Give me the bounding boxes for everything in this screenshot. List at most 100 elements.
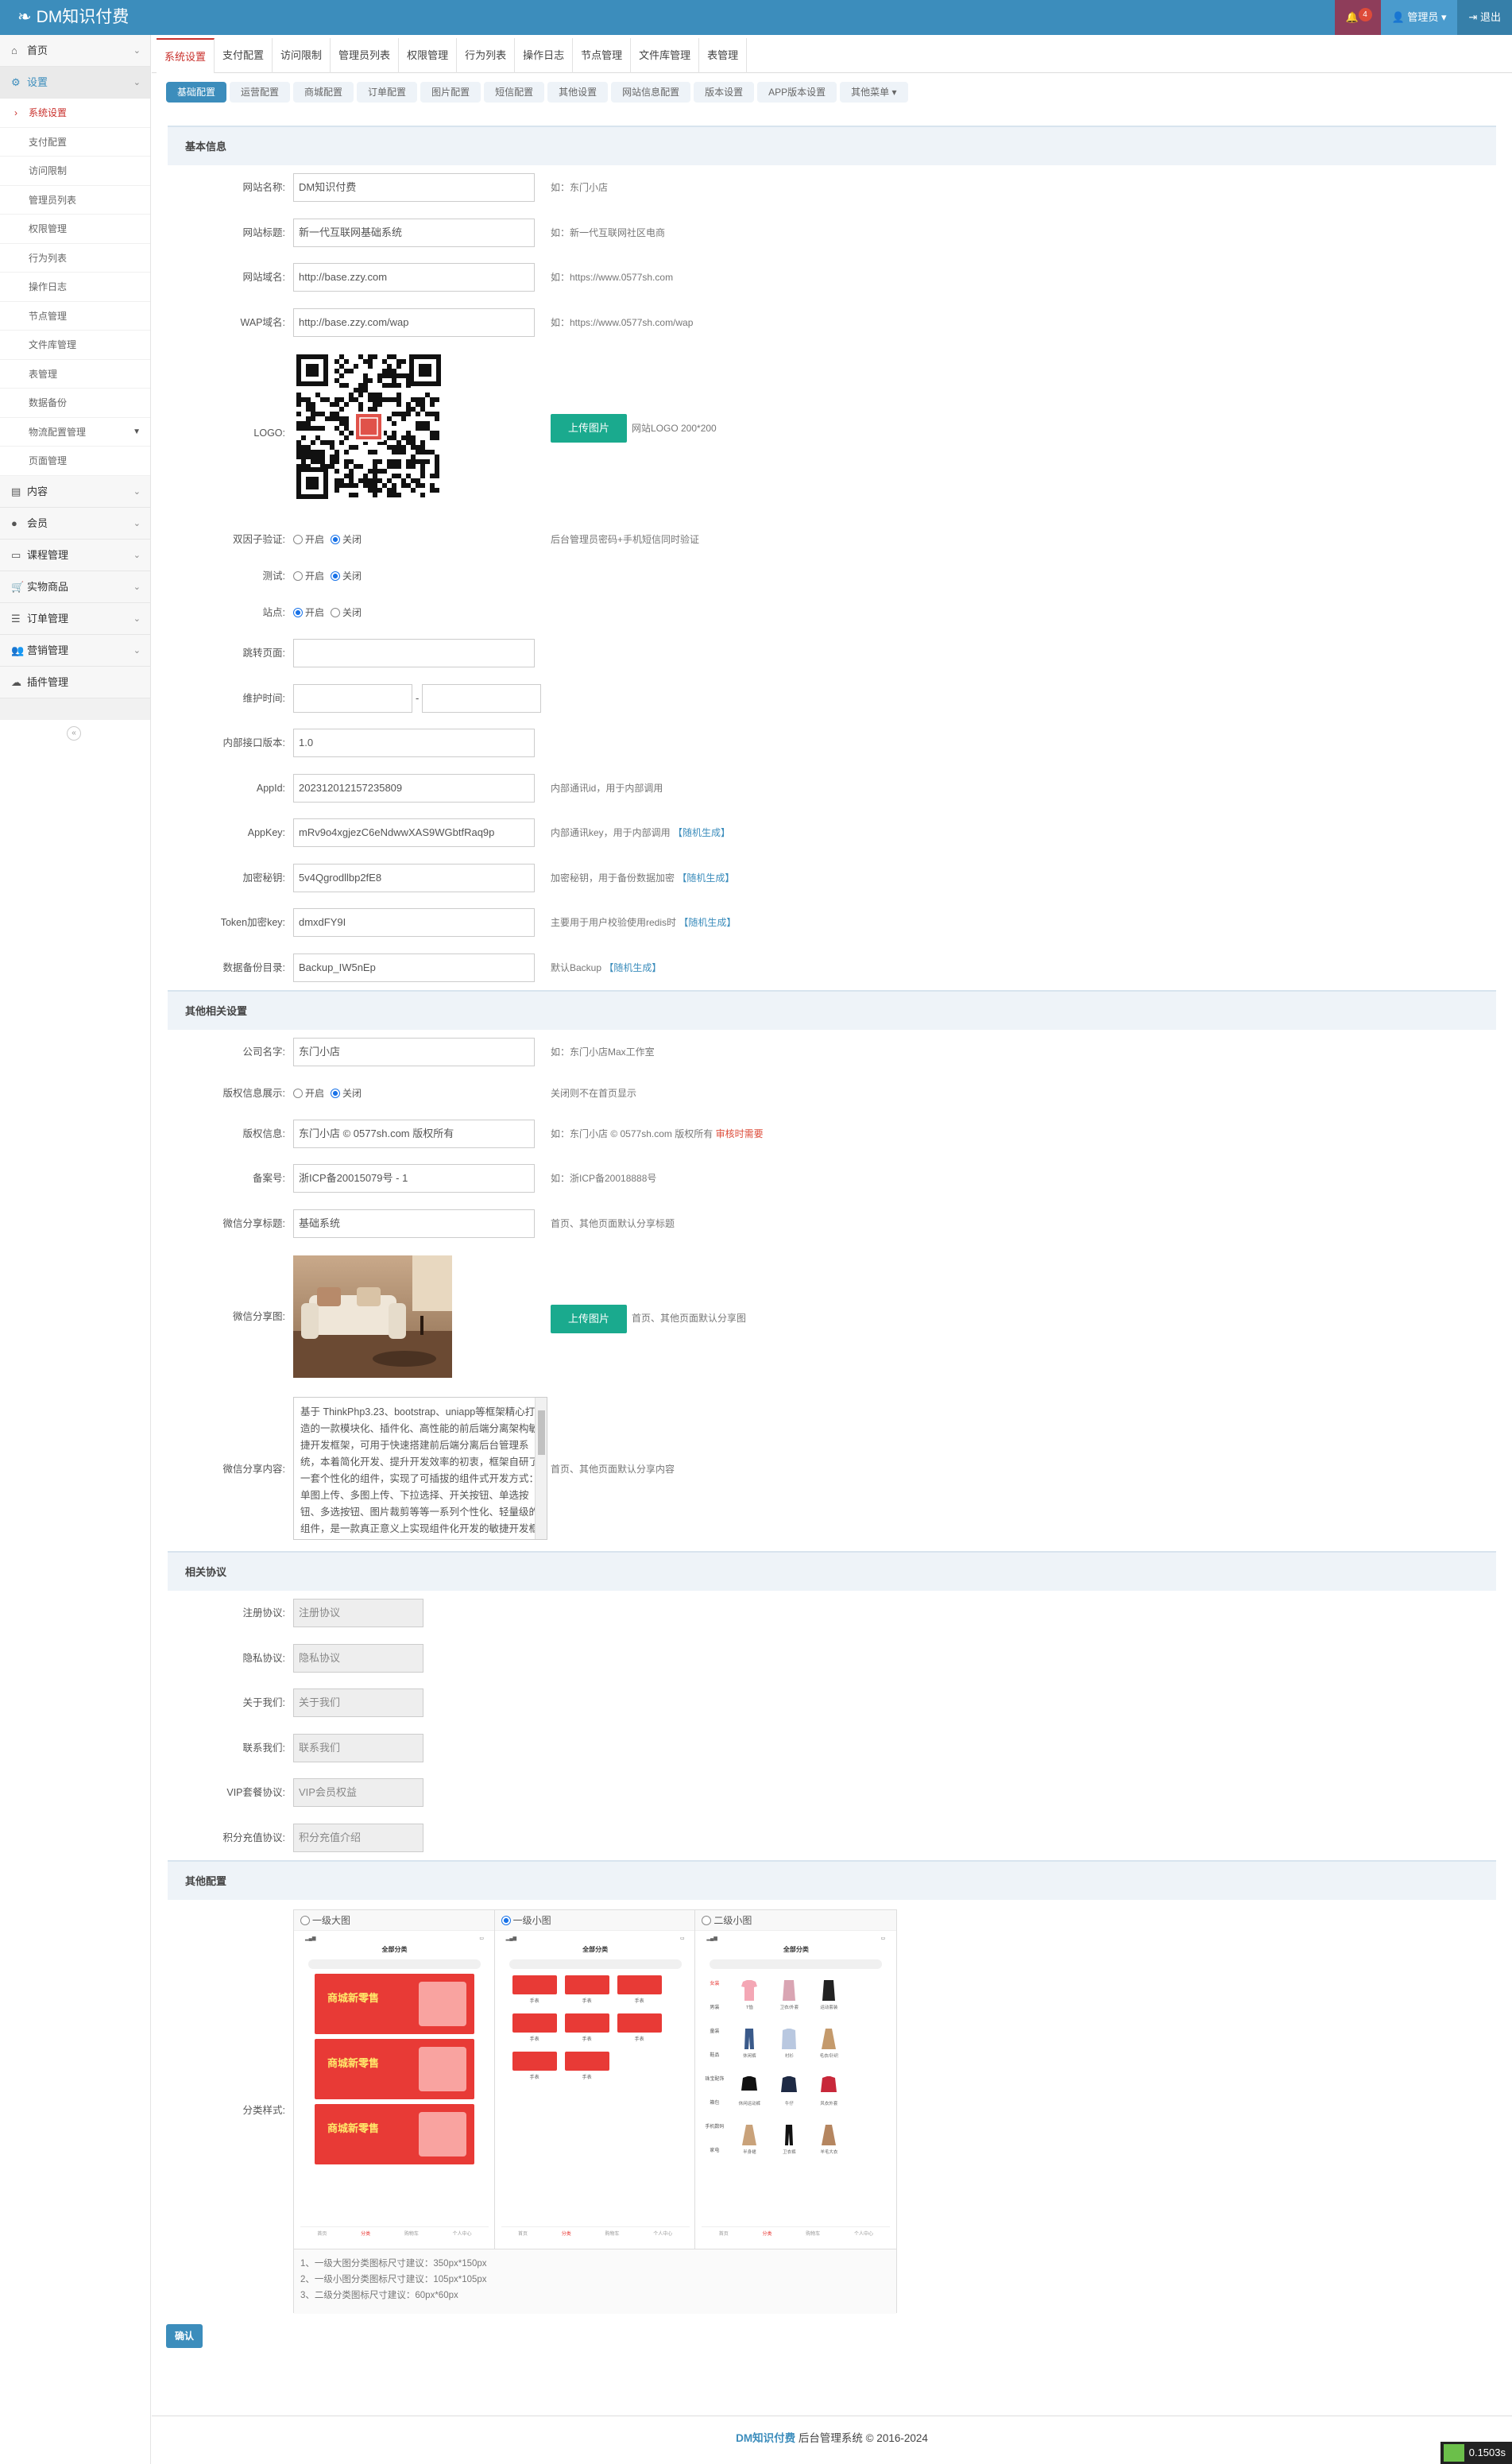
two-factor-off-radio[interactable] (331, 535, 341, 544)
sidebar-item-content[interactable]: ▤ 内容 ⌄ (0, 475, 150, 508)
sidebar-sub-payment[interactable]: 支付配置 (0, 127, 150, 157)
api-version-input[interactable]: 1.0 (293, 729, 535, 757)
redirect-page-input[interactable] (293, 639, 535, 667)
subtab-order[interactable]: 订单配置 (357, 82, 418, 103)
privacy-input[interactable]: 隐私协议 (293, 1643, 423, 1673)
reg-agreement-input[interactable]: 注册协议 (293, 1599, 423, 1627)
subtab-basic[interactable]: 基础配置 (166, 82, 227, 103)
about-input[interactable]: 关于我们 (293, 1688, 423, 1717)
wap-domain-input[interactable]: http://base.zzy.com/wap (293, 308, 535, 337)
encrypt-key-input[interactable]: 5v4Qgrodllbp2fE8 (293, 863, 535, 892)
wx-share-content-textarea[interactable]: 基于 ThinkPhp3.23、bootstrap、uniapp等框架精心打造的… (293, 1397, 547, 1540)
site-on-radio[interactable] (293, 608, 303, 617)
sidebar-collapse-button[interactable]: « (67, 726, 81, 741)
maintain-end-input[interactable] (422, 683, 541, 713)
site-off-radio[interactable] (331, 608, 341, 617)
vip-input[interactable]: VIP会员权益 (293, 1778, 423, 1807)
tab-permissions[interactable]: 权限管理 (399, 38, 458, 73)
logo-upload-button[interactable]: 上传图片 (551, 414, 627, 443)
tab-nodes[interactable]: 节点管理 (573, 38, 632, 73)
sidebar-item-marketing[interactable]: 👥 营销管理 ⌄ (0, 634, 150, 667)
site-name-input[interactable]: DM知识付费 (293, 173, 535, 202)
tab-payment[interactable]: 支付配置 (215, 38, 273, 73)
sidebar-sub-logs[interactable]: 操作日志 (0, 273, 150, 302)
subtab-sms[interactable]: 短信配置 (484, 82, 545, 103)
notification-button[interactable]: 🔔 4 (1334, 0, 1381, 35)
subtab-more-menu[interactable]: 其他菜单 ▾ (840, 82, 908, 103)
field-hint: 如：浙ICP备20018888号 (551, 1173, 657, 1184)
sidebar-sub-permissions[interactable]: 权限管理 (0, 215, 150, 244)
sidebar-item-home[interactable]: ⌂ 首页 ⌄ (0, 35, 150, 67)
appkey-input[interactable]: mRv9o4xgjezC6eNdwwXAS9WGbtfRaq9p (293, 818, 535, 847)
textarea-scrollbar[interactable] (535, 1398, 547, 1539)
subtab-app-version[interactable]: APP版本设置 (757, 82, 837, 103)
copyright-off-radio[interactable] (331, 1088, 341, 1098)
sidebar-sub-pages[interactable]: 页面管理 (0, 447, 150, 476)
backup-dir-input[interactable]: Backup_IW5nEp (293, 953, 535, 982)
sidebar-sub-nodes[interactable]: 节点管理 (0, 301, 150, 331)
two-factor-on-radio[interactable] (293, 535, 303, 544)
site-domain-input[interactable]: http://base.zzy.com (293, 263, 535, 292)
tab-access[interactable]: 访问限制 (273, 38, 331, 73)
submit-button[interactable]: 确认 (166, 2324, 203, 2348)
backup-generate-link[interactable]: 【随机生成】 (604, 962, 661, 973)
contact-input[interactable]: 联系我们 (293, 1733, 423, 1762)
category-option-two-level[interactable]: 二级小图 ▂▄▆ ▭ 全部分类 女装 男装 童装 鞋品 珠宝配饰 箱包 手机数码… (695, 1910, 897, 2249)
test-off-radio[interactable] (331, 571, 341, 581)
category-big-radio[interactable] (300, 1916, 310, 1925)
category-option-big[interactable]: 一级大图 ▂▄▆ ▭ 全部分类 商城新零售 商城新零售 商城新零售 首页 分类 购物车… (294, 1910, 495, 2249)
brand[interactable]: ❧ DM知识付费 (0, 0, 151, 35)
tab-tables[interactable]: 表管理 (699, 38, 748, 73)
sidebar-sub-system[interactable]: 系统设置 (0, 99, 150, 128)
appkey-generate-link[interactable]: 【随机生成】 (673, 827, 730, 838)
category-option-small[interactable]: 一级小图 ▂▄▆ ▭ 全部分类 手表 手表 手表 手表 手表 手表 手表 手表 … (494, 1910, 696, 2249)
tab-admins[interactable]: 管理员列表 (331, 38, 400, 73)
sidebar-sub-backup[interactable]: 数据备份 (0, 389, 150, 418)
scrollbar-thumb[interactable] (538, 1410, 545, 1455)
wx-share-title-input[interactable]: 基础系统 (293, 1209, 535, 1238)
share-image-sofa[interactable] (293, 1255, 452, 1378)
tab-actions[interactable]: 行为列表 (457, 38, 516, 73)
sidebar-sub-files[interactable]: 文件库管理 (0, 331, 150, 360)
tab-files[interactable]: 文件库管理 (631, 38, 700, 73)
sidebar-item-orders[interactable]: ☰ 订单管理 ⌄ (0, 602, 150, 635)
token-key-input[interactable]: dmxdFY9I (293, 908, 535, 937)
subtab-shop[interactable]: 商城配置 (293, 82, 354, 103)
logo-qr-image[interactable] (293, 351, 444, 502)
icp-input[interactable]: 浙ICP备20015079号 - 1 (293, 1164, 535, 1193)
copyright-input[interactable]: 东门小店 © 0577sh.com 版权所有 (293, 1119, 535, 1148)
points-input[interactable]: 积分充值介绍 (293, 1823, 423, 1852)
category-small-radio[interactable] (501, 1916, 511, 1925)
chevron-down-icon: ⌄ (133, 550, 141, 560)
sidebar-sub-tables[interactable]: 表管理 (0, 359, 150, 389)
sidebar-sub-admins[interactable]: 管理员列表 (0, 185, 150, 215)
token-generate-link[interactable]: 【随机生成】 (679, 917, 736, 928)
sidebar-item-settings[interactable]: ⚙ 设置 ⌄ (0, 67, 150, 99)
subtab-operation[interactable]: 运营配置 (230, 82, 291, 103)
sidebar-sub-access[interactable]: 访问限制 (0, 157, 150, 186)
admin-menu-button[interactable]: 👤 管理员 ▾ (1380, 0, 1458, 35)
subtab-version[interactable]: 版本设置 (694, 82, 755, 103)
subtab-siteinfo[interactable]: 网站信息配置 (611, 82, 691, 103)
subtab-other[interactable]: 其他设置 (547, 82, 609, 103)
sidebar-item-courses[interactable]: ▭ 课程管理 ⌄ (0, 539, 150, 571)
subtab-image[interactable]: 图片配置 (420, 82, 481, 103)
appid-input[interactable]: 2023120121572358​09 (293, 773, 535, 803)
sidebar-sub-logistics[interactable]: 物流配置管理 ▼ (0, 417, 150, 447)
category-two-level-radio[interactable] (702, 1916, 712, 1925)
tab-system[interactable]: 系统设置 (157, 38, 215, 73)
share-img-upload-button[interactable]: 上传图片 (551, 1305, 627, 1333)
encrypt-generate-link[interactable]: 【随机生成】 (677, 872, 734, 884)
maintain-start-input[interactable] (293, 683, 412, 713)
site-title-input[interactable]: 新一代互联网基础系统 (293, 218, 535, 247)
sidebar-sub-actions[interactable]: 行为列表 (0, 243, 150, 273)
test-on-radio[interactable] (293, 571, 303, 581)
field-hint: 首页、其他页面默认分享内容 (551, 1464, 675, 1475)
company-input[interactable]: 东门小店 (293, 1038, 535, 1066)
tab-logs[interactable]: 操作日志 (515, 38, 574, 73)
logout-button[interactable]: ⇥ 退出 (1457, 0, 1512, 35)
copyright-on-radio[interactable] (293, 1088, 303, 1098)
sidebar-item-members[interactable]: ● 会员 ⌄ (0, 507, 150, 540)
sidebar-item-goods[interactable]: 🛒 实物商品 ⌄ (0, 571, 150, 603)
sidebar-item-plugins[interactable]: ☁ 插件管理 (0, 666, 150, 698)
